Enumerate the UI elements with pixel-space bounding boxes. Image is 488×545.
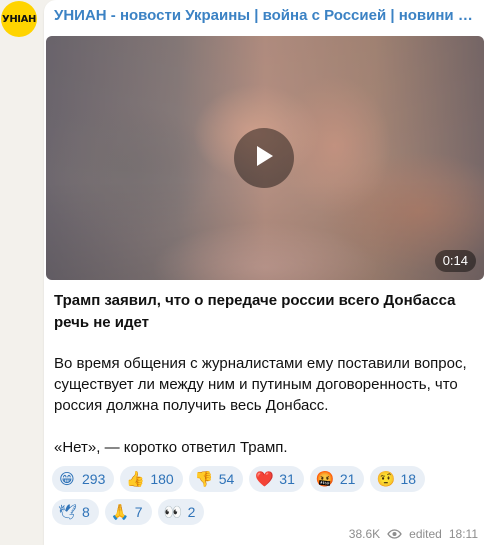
reaction-count: 2 xyxy=(187,504,196,520)
eyes-icon: 👀 xyxy=(163,503,183,521)
reaction-grinning-face[interactable]: 😁 293 xyxy=(52,466,115,492)
reaction-count: 7 xyxy=(134,504,143,520)
edited-label: edited xyxy=(409,527,442,541)
reaction-count: 21 xyxy=(339,471,356,487)
channel-avatar[interactable]: УНІАН xyxy=(1,1,37,37)
reaction-count: 180 xyxy=(150,471,174,487)
folded-hands-icon: 🙏 xyxy=(110,503,130,521)
reaction-count: 18 xyxy=(400,471,417,487)
angry-face-icon: 🤬 xyxy=(315,470,335,488)
reaction-thumbs-down[interactable]: 👎 54 xyxy=(188,466,244,492)
channel-avatar-logo: УНІАН xyxy=(2,13,36,25)
post-paragraph: Во время общения с журналистами ему пост… xyxy=(54,355,467,414)
thumbs-down-icon: 👎 xyxy=(194,470,214,488)
video-duration: 0:14 xyxy=(434,250,476,272)
reaction-angry-face[interactable]: 🤬 21 xyxy=(309,466,365,492)
video-preview[interactable]: 0:14 xyxy=(46,36,484,280)
reaction-thumbs-up[interactable]: 👍 180 xyxy=(120,466,183,492)
reaction-count: 54 xyxy=(218,471,235,487)
post-headline: Трамп заявил, что о передаче россии всег… xyxy=(54,292,456,331)
reactions-row: 😁 293 👍 180 👎 54 ❤️ 31 🤬 21 🤨 18 xyxy=(52,466,472,492)
channel-title[interactable]: УНИАН - новости Украины | война с Россие… xyxy=(54,7,478,24)
raised-eyebrow-face-icon: 🤨 xyxy=(376,470,396,488)
reaction-heart[interactable]: ❤️ 31 xyxy=(249,466,304,492)
reaction-eyes[interactable]: 👀 2 xyxy=(157,499,205,525)
reactions-row: 🕊 8 🙏 7 👀 2 xyxy=(52,499,472,525)
view-count: 38.6K xyxy=(348,527,381,541)
play-button[interactable] xyxy=(234,128,294,188)
message-meta: 38.6K edited 18:11 xyxy=(349,527,478,541)
reaction-folded-hands[interactable]: 🙏 7 xyxy=(104,499,152,525)
play-icon xyxy=(253,144,275,173)
reaction-count: 293 xyxy=(82,471,106,487)
heart-icon: ❤️ xyxy=(255,470,274,488)
reaction-count: 8 xyxy=(82,504,90,520)
reaction-count: 31 xyxy=(279,471,295,487)
eye-icon xyxy=(387,529,402,539)
reaction-raised-eyebrow-face[interactable]: 🤨 18 xyxy=(370,466,426,492)
dove-icon: 🕊 xyxy=(58,503,78,521)
message-time: 18:11 xyxy=(448,527,478,541)
reactions-bar: 😁 293 👍 180 👎 54 ❤️ 31 🤬 21 🤨 18 🕊 8 🙏 7… xyxy=(52,466,472,532)
reaction-dove[interactable]: 🕊 8 xyxy=(52,499,99,525)
post-paragraph: «Нет», — коротко ответил Трамп. xyxy=(54,439,288,456)
thumbs-up-icon: 👍 xyxy=(126,470,146,488)
message-bubble: УНИАН - новости Украины | война с Россие… xyxy=(44,0,488,545)
post-body: Во время общения с журналистами ему пост… xyxy=(54,353,474,458)
grinning-face-icon: 😁 xyxy=(59,470,75,488)
